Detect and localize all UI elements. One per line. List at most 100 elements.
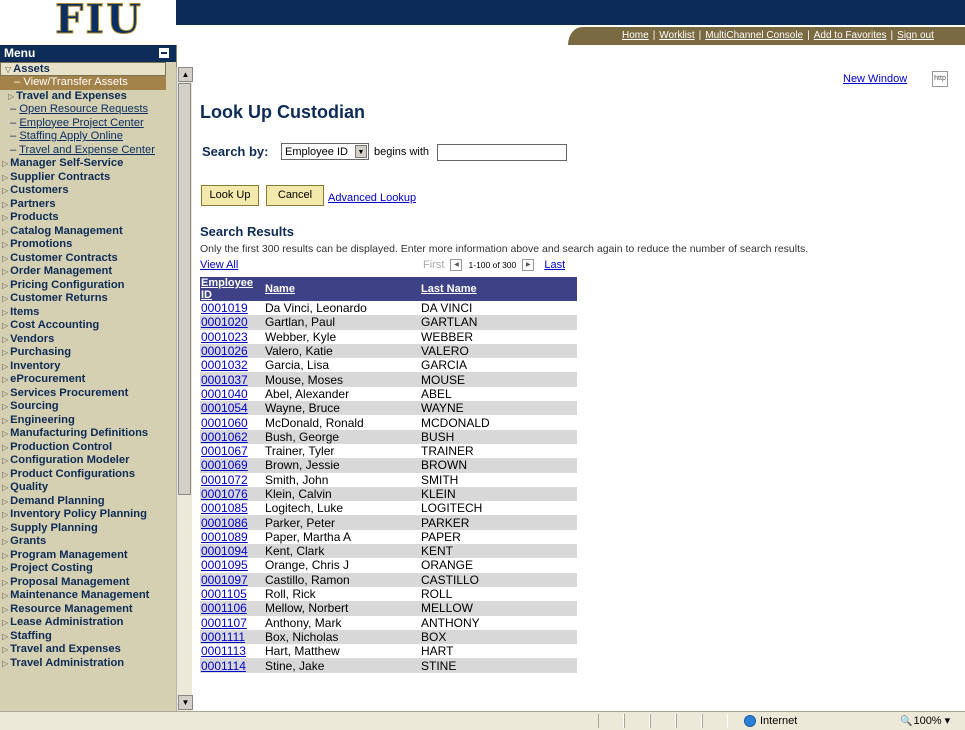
employee-id-link[interactable]: 0001106 bbox=[201, 601, 247, 615]
table-row[interactable]: 0001094 Kent, Clark KENT bbox=[200, 544, 577, 559]
menu-item[interactable]: ▷ Demand Planning bbox=[0, 495, 166, 509]
table-row[interactable]: 0001113 Hart, Matthew HART bbox=[200, 644, 577, 658]
employee-id-link[interactable]: 0001040 bbox=[201, 387, 248, 401]
search-field-select[interactable]: Employee ID ▼ bbox=[281, 143, 369, 160]
menu-item[interactable]: ▷ Project Costing bbox=[0, 562, 166, 576]
menu-item[interactable]: ▷ Configuration Modeler bbox=[0, 454, 166, 468]
menu-item[interactable]: ▷ Sourcing bbox=[0, 400, 166, 414]
chevron-down-icon[interactable]: ▼ bbox=[355, 145, 367, 158]
menu-item[interactable]: ▷ Vendors bbox=[0, 333, 166, 347]
employee-id-link[interactable]: 0001032 bbox=[201, 358, 248, 372]
pager-last[interactable]: Last bbox=[544, 259, 565, 271]
menu-item[interactable]: ▷ Manufacturing Definitions bbox=[0, 427, 166, 441]
menu-item[interactable]: ▷ Travel Administration bbox=[0, 657, 166, 671]
employee-id-link[interactable]: 0001026 bbox=[201, 344, 248, 358]
employee-id-link[interactable]: 0001037 bbox=[201, 373, 248, 387]
menu-item[interactable]: ▷ Services Procurement bbox=[0, 387, 166, 401]
table-row[interactable]: 0001107 Anthony, Mark ANTHONY bbox=[200, 616, 577, 630]
menu-item[interactable]: ▷ Purchasing bbox=[0, 346, 166, 360]
employee-id-link[interactable]: 0001113 bbox=[201, 644, 246, 658]
table-row[interactable]: 0001076 Klein, Calvin KLEIN bbox=[200, 486, 577, 502]
menu-item[interactable]: ▷ Travel and Expenses bbox=[0, 643, 166, 657]
table-row[interactable]: 0001069 Brown, Jessie BROWN bbox=[200, 458, 577, 473]
employee-id-link[interactable]: 0001019 bbox=[201, 301, 248, 315]
menu-item[interactable]: ▷ Engineering bbox=[0, 414, 166, 428]
menu-item[interactable]: ▷ Partners bbox=[0, 198, 166, 212]
employee-id-link[interactable]: 0001085 bbox=[201, 501, 248, 515]
scroll-thumb[interactable] bbox=[178, 83, 191, 495]
menu-item[interactable]: ▷ Resource Management bbox=[0, 603, 166, 617]
table-row[interactable]: 0001019 Da Vinci, Leonardo DA VINCI bbox=[200, 301, 577, 315]
menu-item[interactable]: ▷ Cost Accounting bbox=[0, 319, 166, 333]
employee-id-link[interactable]: 0001067 bbox=[201, 444, 248, 458]
col-employee-id[interactable]: Employee ID bbox=[200, 277, 264, 301]
menu-item[interactable]: – View/Transfer Assets bbox=[0, 76, 166, 90]
menu-item[interactable]: – Travel and Expense Center bbox=[0, 144, 166, 158]
menu-item[interactable]: ▷ Inventory Policy Planning bbox=[0, 508, 166, 522]
table-row[interactable]: 0001040 Abel, Alexander ABEL bbox=[200, 387, 577, 401]
menu-item[interactable]: ▷ Supplier Contracts bbox=[0, 171, 166, 185]
menu-item[interactable]: ▷ Customer Contracts bbox=[0, 252, 166, 266]
menu-item[interactable]: ▷ Products bbox=[0, 211, 166, 225]
table-row[interactable]: 0001089 Paper, Martha A PAPER bbox=[200, 530, 577, 544]
menu-item[interactable]: ▷ Customers bbox=[0, 184, 166, 198]
advanced-lookup-link[interactable]: Advanced Lookup bbox=[328, 192, 416, 204]
employee-id-link[interactable]: 0001062 bbox=[201, 430, 248, 444]
table-row[interactable]: 0001026 Valero, Katie VALERO bbox=[200, 343, 577, 359]
menu-item[interactable]: ▷ Order Management bbox=[0, 265, 166, 279]
top-nav-link[interactable]: MultiChannel Console bbox=[705, 30, 803, 41]
employee-id-link[interactable]: 0001097 bbox=[201, 573, 248, 587]
employee-id-link[interactable]: 0001086 bbox=[201, 516, 248, 530]
employee-id-link[interactable]: 0001054 bbox=[201, 401, 248, 415]
menu-item[interactable]: ▷ Proposal Management bbox=[0, 576, 166, 590]
table-row[interactable]: 0001086 Parker, Peter PARKER bbox=[200, 515, 577, 530]
menu-item[interactable]: – Open Resource Requests bbox=[0, 103, 166, 117]
table-row[interactable]: 0001067 Trainer, Tyler TRAINER bbox=[200, 444, 577, 458]
collapse-icon[interactable] bbox=[159, 48, 169, 58]
menu-item[interactable]: ▷ Pricing Configuration bbox=[0, 279, 166, 293]
employee-id-link[interactable]: 0001076 bbox=[201, 487, 248, 501]
table-row[interactable]: 0001072 Smith, John SMITH bbox=[200, 473, 577, 487]
menu-item[interactable]: ▷ Product Configurations bbox=[0, 468, 166, 482]
table-row[interactable]: 0001032 Garcia, Lisa GARCIA bbox=[200, 358, 577, 372]
table-row[interactable]: 0001106 Mellow, Norbert MELLOW bbox=[200, 601, 577, 616]
employee-id-link[interactable]: 0001023 bbox=[201, 330, 248, 344]
top-nav-link[interactable]: Worklist bbox=[659, 30, 694, 41]
menu-item[interactable]: ▷ Manager Self-Service bbox=[0, 157, 166, 171]
menu-item[interactable]: ▷ Promotions bbox=[0, 238, 166, 252]
menu-item[interactable]: ▽ Assets bbox=[0, 62, 166, 76]
menu-item[interactable]: ▷ Inventory bbox=[0, 360, 166, 374]
employee-id-link[interactable]: 0001114 bbox=[201, 659, 246, 673]
look-up-button[interactable]: Look Up bbox=[201, 185, 259, 206]
next-icon[interactable]: ▶ bbox=[522, 259, 535, 272]
top-nav-link[interactable]: Add to Favorites bbox=[814, 30, 887, 41]
view-all-link[interactable]: View All bbox=[200, 259, 238, 271]
employee-id-link[interactable]: 0001020 bbox=[201, 315, 248, 329]
menu-item[interactable]: ▷ Items bbox=[0, 306, 166, 320]
table-row[interactable]: 0001085 Logitech, Luke LOGITECH bbox=[200, 501, 577, 515]
employee-id-link[interactable]: 0001089 bbox=[201, 530, 248, 544]
table-row[interactable]: 0001037 Mouse, Moses MOUSE bbox=[200, 372, 577, 387]
menu-item[interactable]: – Employee Project Center bbox=[0, 117, 166, 131]
menu-scrollbar[interactable]: ▲ ▼ bbox=[176, 67, 193, 712]
menu-item[interactable]: ▷ Production Control bbox=[0, 441, 166, 455]
employee-id-link[interactable]: 0001094 bbox=[201, 544, 248, 558]
employee-id-link[interactable]: 0001111 bbox=[201, 630, 245, 644]
menu-item[interactable]: ▷ Grants bbox=[0, 535, 166, 549]
table-row[interactable]: 0001095 Orange, Chris J ORANGE bbox=[200, 558, 577, 572]
col-name[interactable]: Name bbox=[264, 277, 420, 301]
table-row[interactable]: 0001060 McDonald, Ronald MCDONALD bbox=[200, 415, 577, 430]
menu-item[interactable]: ▷ eProcurement bbox=[0, 373, 166, 387]
menu-item[interactable]: ▷ Travel and Expenses bbox=[0, 90, 166, 104]
cancel-button[interactable]: Cancel bbox=[266, 185, 324, 206]
help-icon[interactable]: http bbox=[932, 71, 948, 87]
zoom-control[interactable]: 🔍100% ▾ bbox=[900, 714, 950, 729]
menu-item[interactable]: ▷ Quality bbox=[0, 481, 166, 495]
employee-id-link[interactable]: 0001069 bbox=[201, 458, 248, 472]
top-nav-link[interactable]: Sign out bbox=[897, 30, 934, 41]
menu-item[interactable]: ▷ Catalog Management bbox=[0, 225, 166, 239]
table-row[interactable]: 0001111 Box, Nicholas BOX bbox=[200, 629, 577, 645]
employee-id-link[interactable]: 0001105 bbox=[201, 587, 247, 601]
table-row[interactable]: 0001020 Gartlan, Paul GARTLAN bbox=[200, 315, 577, 330]
col-last-name[interactable]: Last Name bbox=[420, 277, 577, 301]
